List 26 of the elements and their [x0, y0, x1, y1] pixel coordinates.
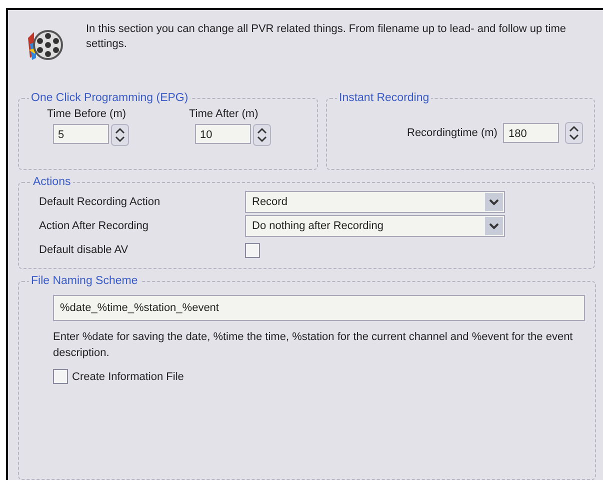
number-field[interactable]: 180 — [503, 123, 560, 143]
field-label: Default Recording Action — [39, 196, 162, 208]
number-field[interactable]: 5 — [53, 124, 109, 144]
group-title: Instant Recording — [338, 92, 430, 104]
spin-button[interactable] — [565, 122, 584, 144]
dropdown[interactable]: Record — [245, 191, 505, 213]
number-field[interactable]: 10 — [195, 124, 251, 144]
group-title: Actions — [32, 176, 72, 188]
checkbox-label: Create Information File — [72, 370, 184, 382]
text-field[interactable]: %date_%time_%station_%event — [53, 295, 585, 321]
dropdown[interactable]: Do nothing after Recording — [245, 215, 505, 237]
group-title: File Naming Scheme — [30, 275, 139, 287]
field-label: Recordingtime (m) — [407, 127, 498, 139]
field-label: Time After (m) — [189, 108, 260, 120]
spin-button[interactable] — [111, 124, 129, 146]
checkbox[interactable] — [53, 369, 68, 384]
spin-button[interactable] — [253, 124, 271, 146]
help-text: Enter %date for saving the date, %time the time, %station for the current channel and %event for the event description. — [53, 330, 573, 361]
field-label: Default disable AV — [39, 244, 130, 256]
caret-icon — [485, 193, 503, 211]
caret-icon — [485, 217, 503, 235]
group-title: One Click Programming (EPG) — [30, 92, 190, 104]
section-description: In this section you can change all PVR related things. From filename up to lead- and follow up time settings. — [86, 22, 566, 52]
checkbox[interactable] — [245, 242, 260, 258]
field-label: Time Before (m) — [47, 108, 128, 120]
field-label: Action After Recording — [39, 220, 150, 232]
